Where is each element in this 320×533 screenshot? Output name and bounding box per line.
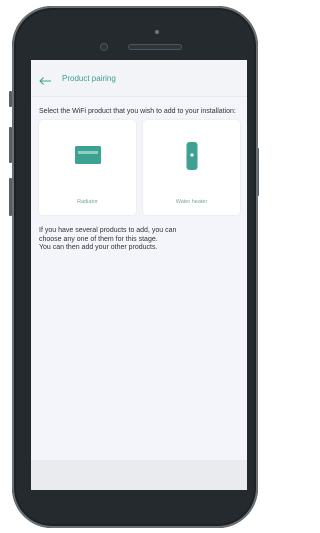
info-line-1: If you have several products to add, you… <box>39 227 177 234</box>
product-card-radiator[interactable]: Radiator <box>39 120 136 215</box>
app-bar: Product pairing <box>31 60 247 97</box>
product-label-water-heater: Water heater <box>175 199 208 205</box>
product-card-water-heater[interactable]: Water heater <box>143 120 240 215</box>
earpiece-speaker <box>129 45 181 49</box>
sensor-dot <box>155 30 159 34</box>
app-screen: Product pairing Select the WiFi product … <box>31 60 247 490</box>
page-title: Product pairing <box>62 73 116 83</box>
radiator-icon <box>74 146 101 169</box>
info-line-3: You can then add your other products. <box>39 244 158 251</box>
arrow-left-icon[interactable] <box>38 73 52 85</box>
product-cards: Radiator Water heater <box>39 120 243 215</box>
front-camera <box>101 44 107 50</box>
bottom-strip <box>31 460 247 490</box>
info-line-2: choose any one of them for this stage. <box>39 235 158 243</box>
product-label-radiator: Radiator <box>77 199 98 205</box>
water-heater-icon <box>186 142 197 175</box>
instruction-text: Select the WiFi product that you wish to… <box>39 108 236 115</box>
info-text: If you have several products to add, you… <box>39 227 239 253</box>
